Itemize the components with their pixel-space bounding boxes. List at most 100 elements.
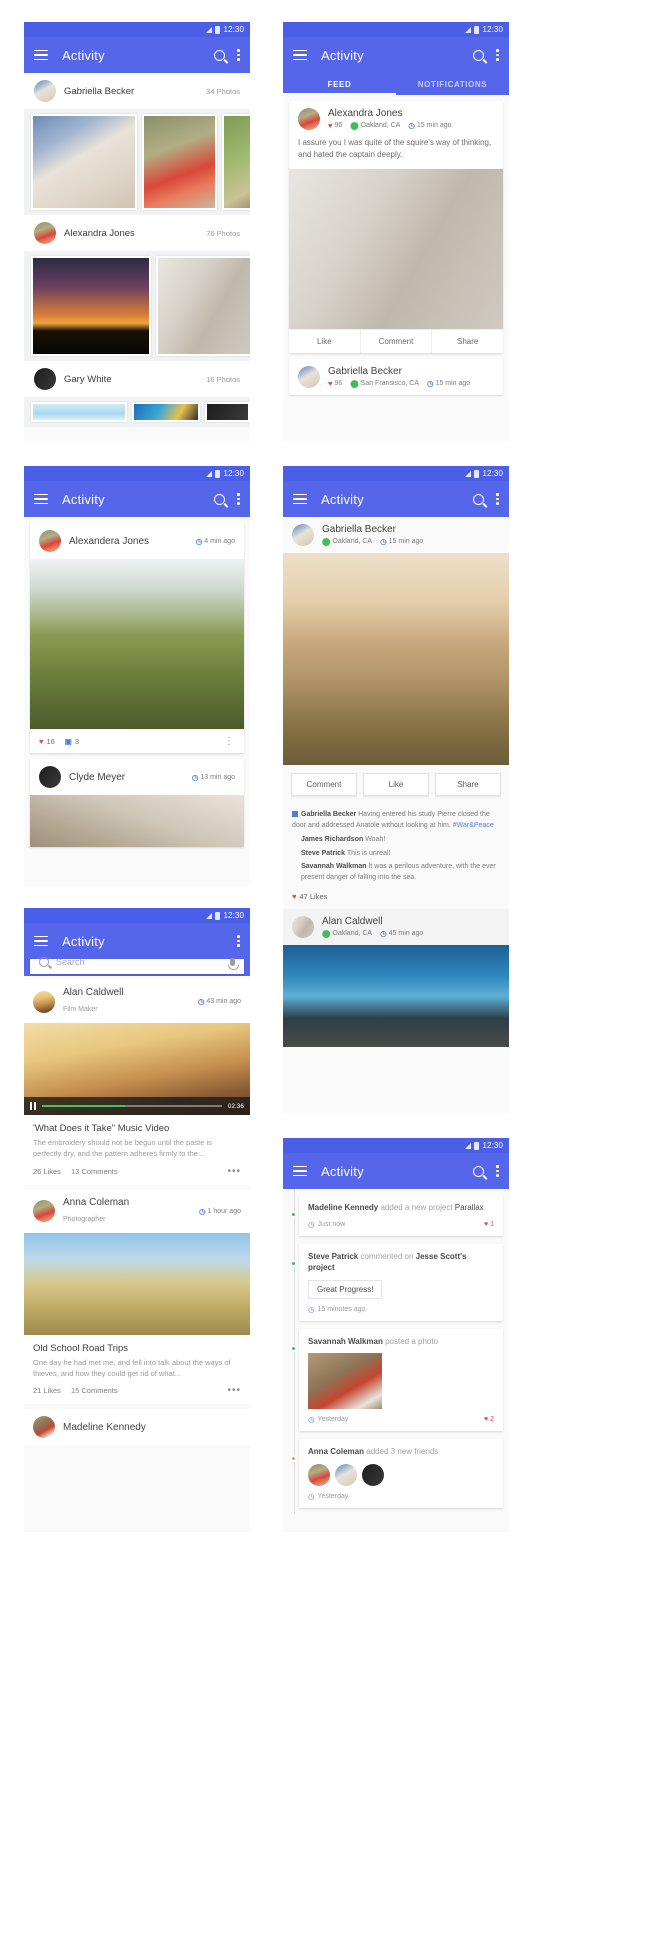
comment-button[interactable]: Comment — [291, 773, 357, 796]
overflow-menu-icon[interactable] — [496, 493, 499, 505]
overflow-menu-icon[interactable] — [237, 935, 240, 947]
location-pin-icon: ⬤ — [322, 929, 331, 939]
tab-feed[interactable]: FEED — [283, 73, 396, 95]
tab-notifications[interactable]: NOTIFICATIONS — [396, 73, 509, 95]
feed-post: Gabriella Becker ♥ 96 ⬤ San Fransisco, C… — [289, 359, 503, 395]
photo-thumb[interactable] — [156, 256, 250, 356]
hamburger-icon[interactable] — [293, 49, 307, 61]
page-title: Activity — [321, 491, 364, 507]
album-row[interactable]: Gary White 16 Photos — [24, 361, 250, 397]
hamburger-icon[interactable] — [34, 935, 48, 947]
timeline-dot — [289, 1344, 297, 1352]
overflow-menu-icon[interactable] — [237, 493, 240, 505]
album-owner: Gabriella Becker — [64, 85, 135, 97]
overflow-menu-icon[interactable] — [237, 49, 240, 61]
post-body: I assure you I was quite of the squire's… — [298, 138, 492, 159]
hamburger-icon[interactable] — [34, 493, 48, 505]
signal-icon — [465, 1142, 472, 1149]
photo-strip[interactable] — [24, 251, 250, 361]
video-progress-slider[interactable] — [42, 1105, 222, 1107]
friend-avatars — [308, 1463, 494, 1486]
post-photo[interactable] — [30, 559, 244, 729]
album-row[interactable]: Gabriella Becker 34 Photos — [24, 73, 250, 109]
search-icon[interactable] — [473, 49, 485, 61]
post-time: ◷ 45 min ago — [380, 929, 423, 938]
battery-icon — [474, 25, 480, 34]
comment-text: Woah! — [365, 835, 386, 843]
search-icon[interactable] — [214, 493, 226, 505]
video-controls[interactable]: 02:36 — [24, 1097, 250, 1115]
album-row[interactable]: Alexandra Jones 76 Photos — [24, 215, 250, 251]
avatar — [292, 524, 314, 546]
timeline-dot — [289, 1259, 297, 1267]
comment-button[interactable]: Comment — [361, 330, 433, 353]
photo-thumb[interactable] — [132, 402, 200, 422]
post-photo[interactable] — [24, 1232, 250, 1335]
comment-count: 13 Comments — [70, 1166, 118, 1176]
avatar[interactable] — [308, 1463, 330, 1486]
post-location: ⬤ Oakland, CA — [322, 537, 372, 546]
phone-screen-feed: 12:30 Activity FEED NOTIFICATIONS Alexan… — [283, 22, 509, 442]
time-value: 15 min ago — [416, 122, 452, 129]
clock-icon: ◷ — [195, 536, 203, 546]
heart-icon: ♥ — [328, 379, 333, 388]
search-icon[interactable] — [473, 493, 485, 505]
comment-author: James Richardson — [301, 835, 364, 843]
photo-thumb[interactable] — [205, 402, 250, 422]
overflow-menu-icon[interactable]: ⋮ — [224, 736, 235, 747]
post-header: Gabriella Becker ♥ 96 ⬤ San Fransisco, C… — [289, 359, 503, 395]
search-icon[interactable] — [473, 1165, 485, 1177]
post-time: ◷ 1 hour ago — [199, 1207, 241, 1216]
post-likebar: ♥ 16 ▣ 3 ⋮ — [30, 729, 244, 753]
photo-thumb[interactable] — [31, 402, 127, 422]
photo-strip[interactable] — [24, 397, 250, 427]
overflow-menu-icon[interactable]: ••• — [227, 1166, 241, 1177]
avatar — [292, 916, 314, 939]
notification-thumbnail[interactable] — [308, 1353, 382, 1410]
notification-item[interactable]: Steve Patrick commented on Jesse Scott's… — [289, 1243, 503, 1321]
notification-footer: ◷ Just now ♥ 1 — [308, 1220, 494, 1229]
comment-hashtag[interactable]: #War&Peace — [453, 822, 494, 829]
like-count: 21 Likes — [33, 1386, 61, 1395]
album-owner: Gary White — [64, 373, 112, 385]
search-icon[interactable] — [214, 49, 226, 61]
like-button[interactable]: Like — [363, 773, 429, 796]
like-button[interactable]: Like — [289, 330, 361, 353]
overflow-menu-icon[interactable] — [496, 1165, 499, 1177]
hamburger-icon[interactable] — [34, 49, 48, 61]
post-author: Gabriella Becker — [328, 366, 402, 377]
avatar[interactable] — [335, 1463, 357, 1486]
like-value: 96 — [334, 122, 343, 129]
likes-label: 47 Likes — [299, 892, 328, 902]
overflow-menu-icon[interactable]: ••• — [227, 1385, 241, 1396]
hamburger-icon[interactable] — [293, 1165, 307, 1177]
photo-thumb[interactable] — [222, 114, 250, 210]
comment-item: Savannah Walkman It was a perilous adven… — [292, 862, 500, 884]
photo-thumb[interactable] — [142, 114, 217, 210]
post-photo[interactable] — [283, 553, 509, 765]
post-header: Gabriella Becker ⬤ Oakland, CA ◷ 15 min … — [283, 517, 509, 553]
overflow-menu-icon[interactable] — [496, 49, 499, 61]
app-bar: Activity — [24, 481, 250, 517]
video-time: 02:36 — [227, 1102, 244, 1110]
notification-item[interactable]: Anna Coleman added 3 new friends ◷ Yeste… — [289, 1439, 503, 1508]
like-count: 26 Likes — [33, 1166, 61, 1176]
photo-thumb[interactable] — [31, 256, 151, 356]
photo-strip[interactable] — [24, 109, 250, 215]
notification-author: Anna Coleman — [308, 1447, 365, 1457]
post-photo[interactable] — [289, 169, 503, 329]
avatar — [39, 766, 61, 788]
share-button[interactable]: Share — [435, 773, 501, 796]
notification-item[interactable]: Madeline Kennedy added a new project Par… — [289, 1195, 503, 1236]
post-photo[interactable] — [30, 795, 244, 847]
post-photo[interactable] — [283, 945, 509, 1048]
avatar — [33, 1416, 55, 1438]
pause-icon[interactable] — [30, 1102, 36, 1110]
hamburger-icon[interactable] — [293, 493, 307, 505]
notification-item[interactable]: Savannah Walkman posted a photo ◷ Yester… — [289, 1328, 503, 1432]
avatar[interactable] — [362, 1463, 384, 1486]
comment-item: James Richardson Woah! — [292, 835, 500, 846]
share-button[interactable]: Share — [432, 330, 503, 353]
microphone-icon[interactable] — [228, 958, 239, 970]
photo-thumb[interactable] — [31, 114, 137, 210]
